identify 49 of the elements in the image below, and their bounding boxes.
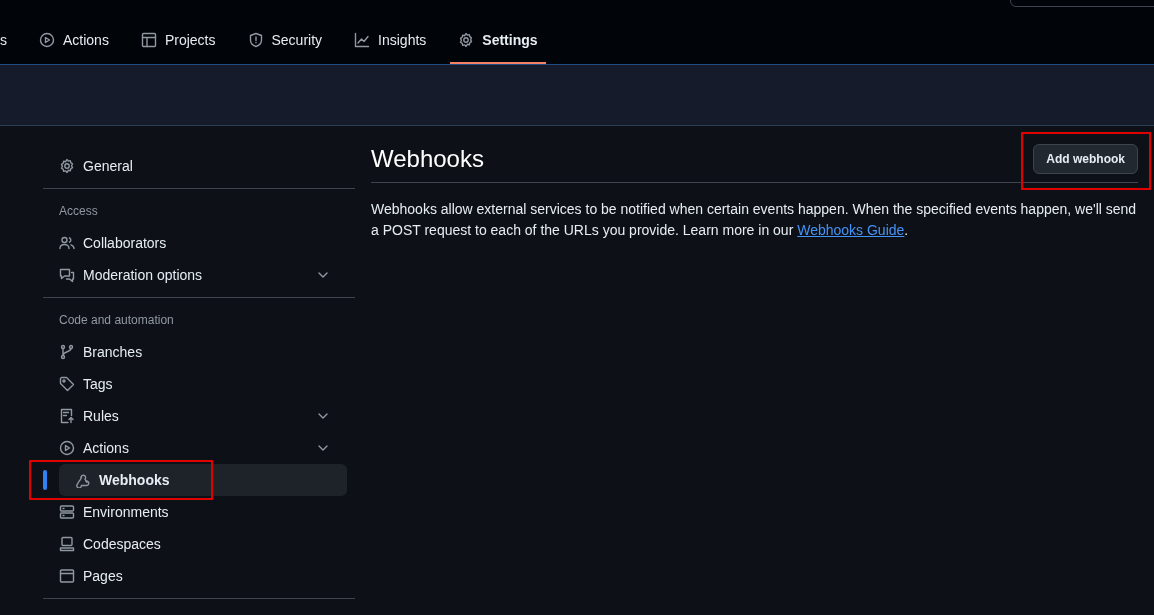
section-heading: Access xyxy=(58,203,99,220)
webhook-icon xyxy=(75,472,91,488)
sidebar-item-label: Branches xyxy=(83,342,143,362)
sidebar-item-label: Webhooks xyxy=(99,470,170,490)
add-webhook-button[interactable]: Add webhook xyxy=(1033,144,1138,174)
play-icon xyxy=(39,32,55,48)
settings-icon xyxy=(59,158,75,174)
sidebar-item-label: Tags xyxy=(83,374,113,394)
sidebar-item-label: Environments xyxy=(83,502,169,522)
sidebar-item-label: Codespaces xyxy=(83,534,161,554)
nav-tab[interactable]: Projects xyxy=(132,23,224,57)
graph-icon xyxy=(354,32,371,48)
nav-tab[interactable]: Security xyxy=(239,23,331,57)
comment-icon xyxy=(59,267,75,283)
sidebar-item-label: Collaborators xyxy=(83,233,167,253)
play-icon xyxy=(59,440,75,456)
sidebar-item[interactable]: Rules xyxy=(43,400,347,432)
sidebar-item-label: Actions xyxy=(83,438,129,458)
section-heading: Code and automation xyxy=(58,312,175,329)
sidebar-item[interactable]: Actions xyxy=(43,432,347,464)
server-icon xyxy=(59,504,75,520)
tag-icon xyxy=(59,376,75,392)
sidebar-item[interactable]: Environments xyxy=(43,496,347,528)
sidebar-item[interactable]: Collaborators xyxy=(43,227,347,259)
selection-indicator xyxy=(43,470,47,490)
sidebar-item[interactable]: Moderation options xyxy=(43,259,347,291)
rules-icon xyxy=(59,408,75,424)
webhooks-guide-link[interactable]: Webhooks Guide xyxy=(797,222,905,238)
sidebar-item[interactable]: Pages xyxy=(43,560,347,592)
sidebar-item[interactable]: Branches xyxy=(43,336,347,368)
nav-tab[interactable]: Actions xyxy=(31,23,117,57)
table-icon xyxy=(140,32,157,48)
laptop-icon xyxy=(59,536,75,552)
nav-tab[interactable]: Insights xyxy=(346,23,435,57)
people-icon xyxy=(59,235,75,251)
sidebar-item-label: Rules xyxy=(83,406,119,426)
nav-tab[interactable]: s xyxy=(0,23,15,57)
settings-icon xyxy=(458,32,475,48)
sidebar-item-label: Moderation options xyxy=(83,265,203,285)
sidebar-item[interactable]: Codespaces xyxy=(43,528,347,560)
sidebar-item-label: Pages xyxy=(83,566,123,586)
description-text: Webhooks allow external services to be notified when certain events happen. When the specified events happen, we'll send a POST request to each of the URLs you provide. Learn more in our Webhooks Guide. xyxy=(371,200,1138,240)
sidebar-item[interactable]: General xyxy=(43,150,347,182)
page-title: Webhooks xyxy=(371,144,484,174)
branch-icon xyxy=(59,344,75,360)
sidebar-item[interactable]: Tags xyxy=(43,368,347,400)
sidebar-item-label: General xyxy=(83,156,133,176)
shield-icon xyxy=(247,32,264,48)
browser-icon xyxy=(59,568,75,584)
